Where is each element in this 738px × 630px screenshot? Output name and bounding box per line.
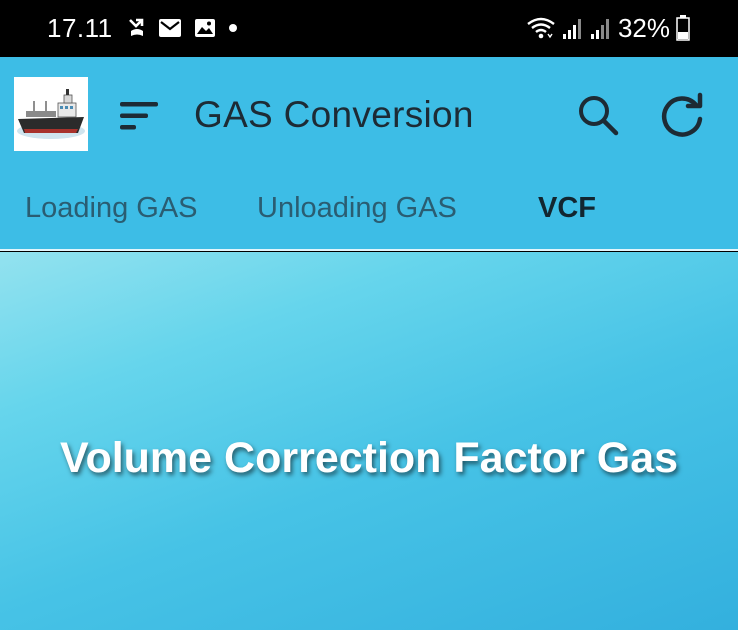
gallery-icon	[195, 19, 215, 37]
mail-icon	[159, 19, 181, 37]
tab-bar: Loading GAS Unloading GAS VCF	[0, 174, 738, 251]
search-icon	[579, 96, 619, 136]
status-system-icons: 32%	[526, 13, 690, 43]
wifi-icon	[527, 17, 555, 39]
ship-icon	[17, 89, 85, 139]
signal-icon-2	[590, 19, 609, 39]
tab-loading-gas[interactable]: Loading GAS	[25, 192, 198, 225]
dot-icon	[229, 24, 237, 32]
status-notification-icons	[128, 15, 238, 41]
menu-button[interactable]	[118, 99, 160, 133]
status-bar: 17.11 32%	[0, 0, 738, 57]
page-heading: Volume Correction Factor Gas	[59, 434, 679, 482]
vcf-content: Volume Correction Factor Gas	[0, 252, 738, 630]
refresh-button[interactable]	[658, 91, 708, 139]
status-time: 17.11	[47, 13, 113, 43]
app-title: GAS Conversion	[194, 94, 474, 135]
missed-call-icon	[129, 18, 144, 36]
ship-logo	[14, 77, 88, 151]
tab-unloading-gas[interactable]: Unloading GAS	[257, 192, 457, 225]
tab-vcf[interactable]: VCF	[538, 192, 596, 225]
app-bar: GAS Conversion	[0, 57, 738, 174]
sort-menu-icon	[120, 102, 158, 130]
refresh-icon	[661, 92, 703, 137]
battery-percent: 32%	[617, 12, 670, 43]
search-button[interactable]	[576, 93, 620, 137]
battery-icon	[676, 15, 690, 41]
signal-icon	[562, 19, 581, 39]
